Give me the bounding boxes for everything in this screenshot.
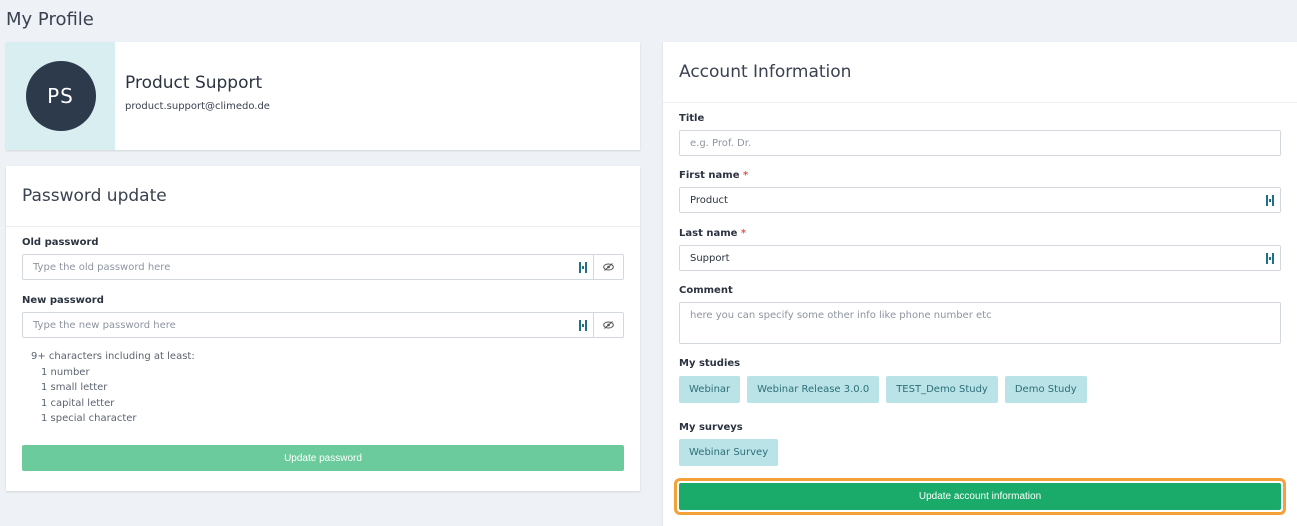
- password-requirements: 9+ characters including at least: 1 numb…: [31, 349, 195, 427]
- requirement-item: 1 special character: [41, 413, 137, 424]
- account-card-header: Account Information: [663, 42, 1297, 103]
- old-password-label: Old password: [22, 237, 99, 248]
- title-placeholder: e.g. Prof. Dr.: [690, 137, 752, 149]
- first-name-input[interactable]: Product: [679, 187, 1281, 213]
- title-label: Title: [679, 113, 705, 124]
- password-update-card: Password update Old password Type the ol…: [6, 166, 640, 491]
- profile-info: Product Support product.support@climedo.…: [115, 42, 270, 150]
- old-password-placeholder: Type the old password here: [33, 261, 171, 273]
- toggle-new-password-visibility-button[interactable]: [594, 312, 624, 338]
- toggle-old-password-visibility-button[interactable]: [594, 254, 624, 280]
- title-input[interactable]: e.g. Prof. Dr.: [679, 130, 1281, 156]
- avatar-panel: PS: [6, 42, 115, 150]
- my-surveys-label: My surveys: [679, 422, 743, 433]
- study-tag[interactable]: Demo Study: [1004, 376, 1087, 403]
- last-name-input[interactable]: Support: [679, 245, 1281, 271]
- requirements-intro: 9+ characters including at least:: [31, 351, 195, 362]
- profile-card: PS Product Support product.support@clime…: [6, 42, 640, 150]
- requirement-item: 1 capital letter: [41, 397, 115, 409]
- comment-placeholder: here you can specify some other info lik…: [690, 310, 992, 321]
- profile-name: Product Support: [125, 73, 263, 93]
- first-name-value: Product: [690, 194, 728, 206]
- old-password-input[interactable]: Type the old password here: [22, 254, 594, 280]
- update-account-information-button[interactable]: Update account information: [679, 483, 1281, 510]
- last-name-value: Support: [690, 252, 730, 264]
- new-password-input[interactable]: Type the new password here: [22, 312, 594, 338]
- surveys-list: Webinar Survey: [679, 439, 779, 466]
- avatar: PS: [25, 61, 96, 131]
- page-title: My Profile: [6, 9, 94, 30]
- account-information-card: Account Information Title e.g. Prof. Dr.…: [663, 42, 1297, 526]
- eye-slash-icon: [603, 321, 614, 329]
- eye-slash-icon: [603, 263, 614, 271]
- lastpass-icon[interactable]: [579, 262, 587, 273]
- password-card-header: Password update: [6, 166, 640, 227]
- new-password-label: New password: [22, 295, 104, 306]
- update-password-button[interactable]: Update password: [22, 445, 624, 471]
- last-name-label-text: Last name: [679, 228, 738, 239]
- required-marker: *: [742, 170, 749, 181]
- update-account-highlight: Update account information: [674, 478, 1286, 515]
- lastpass-icon[interactable]: [1266, 253, 1274, 264]
- lastpass-icon[interactable]: [579, 320, 587, 331]
- last-name-label: Last name *: [679, 228, 746, 239]
- comment-textarea[interactable]: here you can specify some other info lik…: [679, 302, 1281, 344]
- study-tag[interactable]: Webinar Release 3.0.0: [747, 376, 880, 403]
- profile-email: product.support@climedo.de: [125, 101, 270, 112]
- survey-tag[interactable]: Webinar Survey: [679, 439, 779, 466]
- old-password-row: Type the old password here: [22, 254, 624, 280]
- required-marker: *: [740, 228, 747, 239]
- first-name-label: First name *: [679, 170, 748, 181]
- comment-label: Comment: [679, 285, 733, 296]
- study-tag[interactable]: Webinar: [679, 376, 741, 403]
- new-password-row: Type the new password here: [22, 312, 624, 338]
- requirement-item: 1 small letter: [41, 382, 108, 393]
- my-studies-label: My studies: [679, 358, 741, 369]
- study-tag[interactable]: TEST_Demo Study: [886, 376, 998, 403]
- lastpass-icon[interactable]: [1266, 195, 1274, 206]
- studies-list: Webinar Webinar Release 3.0.0 TEST_Demo …: [679, 376, 1087, 403]
- first-name-label-text: First name: [679, 170, 740, 181]
- requirement-item: 1 number: [41, 366, 90, 378]
- new-password-placeholder: Type the new password here: [33, 319, 176, 331]
